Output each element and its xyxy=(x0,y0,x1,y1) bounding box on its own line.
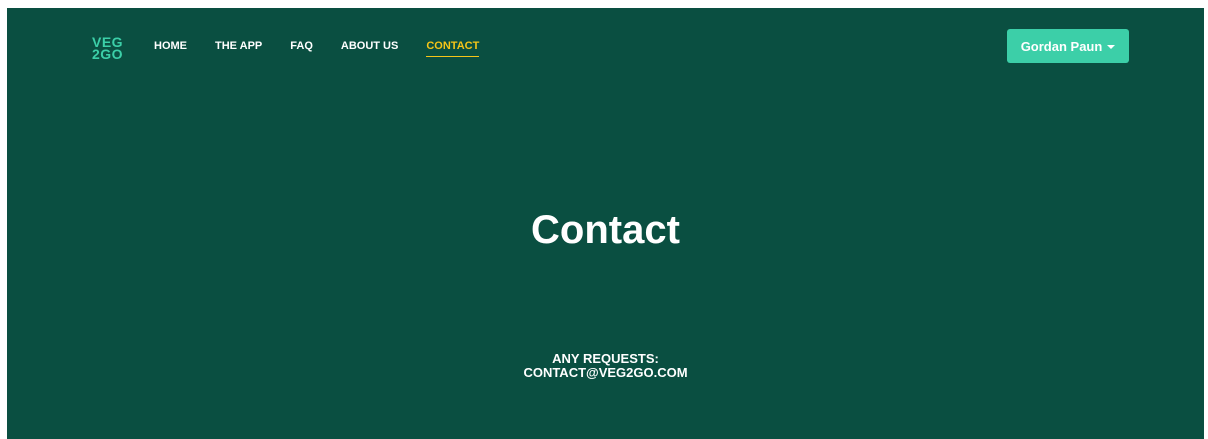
contact-email[interactable]: CONTACT@VEG2GO.COM xyxy=(7,366,1204,380)
navbar: VEG 2GO HOME THE APP FAQ ABOUT US CONTAC… xyxy=(7,8,1204,88)
caret-down-icon xyxy=(1107,44,1116,49)
nav-link-home[interactable]: HOME xyxy=(154,40,187,52)
logo[interactable]: VEG 2GO xyxy=(92,35,124,62)
user-menu-button[interactable]: Gordan Paun xyxy=(1007,29,1129,63)
page-title: Contact xyxy=(531,208,680,252)
user-name: Gordan Paun xyxy=(1020,38,1103,54)
nav-link-the-app[interactable]: THE APP xyxy=(215,40,262,52)
contact-label: ANY REQUESTS: xyxy=(552,351,659,366)
nav-link-about-us[interactable]: ABOUT US xyxy=(341,40,398,52)
page-background: VEG 2GO HOME THE APP FAQ ABOUT US CONTAC… xyxy=(7,8,1204,439)
logo-line-2: 2GO xyxy=(92,46,124,62)
nav-link-contact[interactable]: CONTACT xyxy=(426,40,479,57)
nav-links: HOME THE APP FAQ ABOUT US CONTACT xyxy=(154,40,507,57)
contact-info: ANY REQUESTS: CONTACT@VEG2GO.COM xyxy=(7,352,1204,380)
nav-link-faq[interactable]: FAQ xyxy=(290,40,313,52)
